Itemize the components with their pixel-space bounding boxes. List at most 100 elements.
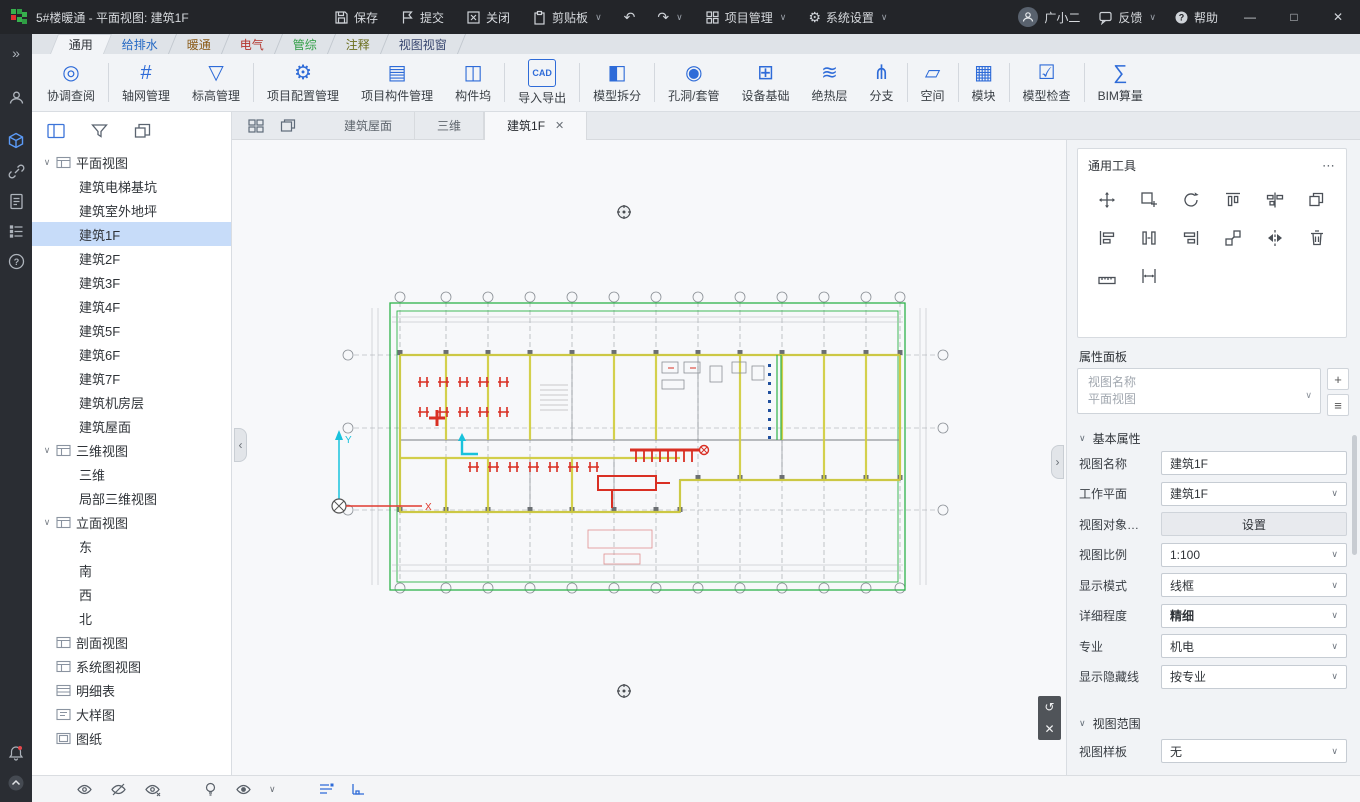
view-scale-select[interactable]: 1:100∨ (1161, 543, 1347, 567)
tool-insulation-layer[interactable]: ≋绝热层 (800, 55, 858, 110)
tree-item-building-5f[interactable]: 建筑5F (32, 318, 231, 342)
section-basic-properties[interactable]: ∨ 基本属性 (1079, 430, 1141, 447)
view-compass-bottom[interactable] (616, 683, 632, 699)
tool-coordination-review[interactable]: ◎协调查阅 (36, 55, 106, 110)
chevron-down-icon[interactable]: ∨ (269, 784, 276, 795)
tool-branch[interactable]: ⋔分支 (859, 55, 905, 110)
tool-align-right[interactable] (1178, 226, 1204, 250)
tab-view-window[interactable]: 视图视窗 (381, 34, 466, 54)
tool-copy[interactable] (1136, 188, 1162, 212)
tree-item-sheets[interactable]: 图纸 (32, 726, 231, 750)
tree-item-system-views[interactable]: 系统图视图 (32, 654, 231, 678)
layers-icon[interactable] (134, 123, 151, 139)
tree-item-building-1f[interactable]: 建筑1F (32, 222, 231, 246)
tab-plumbing[interactable]: 给排水 (104, 34, 177, 54)
redo-button[interactable]: ↷∨ (657, 10, 682, 24)
tree-item-building-2f[interactable]: 建筑2F (32, 246, 231, 270)
system-settings-button[interactable]: ⚙ 系统设置 ∨ (808, 9, 887, 26)
detail-level-select[interactable]: 精细∨ (1161, 604, 1347, 628)
chevron-down-icon[interactable]: ∨ (40, 517, 54, 528)
isolate-elements-icon[interactable] (144, 782, 161, 797)
document-icon[interactable] (0, 186, 32, 216)
tree-item-building-7f[interactable]: 建筑7F (32, 366, 231, 390)
list-icon[interactable] (0, 216, 32, 246)
tool-project-component-manage[interactable]: ▤项目构件管理 (350, 55, 444, 110)
save-button[interactable]: 保存 (334, 9, 378, 26)
doc-tab-roof[interactable]: 建筑屋面 (322, 112, 415, 140)
close-document-button[interactable]: 关闭 (466, 9, 510, 26)
highlight-bulb-icon[interactable] (203, 781, 218, 797)
drawing-canvas[interactable]: Y X ‹ › ↺ ✕ (232, 140, 1066, 775)
tab-annotation[interactable]: 注释 (328, 34, 389, 54)
feedback-button[interactable]: 反馈 ∨ (1098, 9, 1156, 26)
help-circle-icon[interactable]: ? (0, 246, 32, 276)
add-property-button[interactable]: + (1327, 368, 1349, 390)
tree-item-section-views[interactable]: 剖面视图 (32, 630, 231, 654)
tool-space[interactable]: ▱空间 (910, 55, 956, 110)
tree-item-plan-views[interactable]: ∨平面视图 (32, 150, 231, 174)
close-window-button[interactable]: ✕ (1316, 0, 1360, 34)
tool-axis-grid-manage[interactable]: #轴网管理 (111, 55, 181, 110)
selection-filter-icon[interactable] (318, 782, 334, 796)
tool-rotate[interactable] (1178, 188, 1204, 212)
tree-item-machine-room[interactable]: 建筑机房层 (32, 390, 231, 414)
tool-align-center[interactable] (1262, 188, 1288, 212)
view-template-select[interactable]: 无∨ (1161, 739, 1347, 763)
collapse-left-panel-handle[interactable]: ‹ (234, 428, 247, 462)
tile-views-icon[interactable] (248, 119, 264, 133)
view-name-input[interactable] (1170, 456, 1338, 470)
user-profile-icon[interactable] (0, 82, 32, 112)
tool-bim-quantity[interactable]: ∑BIM算量 (1087, 55, 1154, 110)
project-management-button[interactable]: 项目管理 ∨ (705, 9, 787, 26)
tab-electrical[interactable]: 电气 (222, 34, 283, 54)
undo-button[interactable]: ↶ (624, 10, 636, 24)
user-account-button[interactable]: 广小二 (1018, 7, 1080, 27)
minimize-button[interactable]: — (1228, 0, 1272, 34)
tool-hole-sleeve[interactable]: ◉孔洞/套管 (657, 55, 730, 110)
reset-view-button[interactable]: ↺ (1038, 696, 1061, 718)
visibility-eye-icon[interactable] (76, 782, 93, 797)
window-restore-icon[interactable] (280, 119, 296, 133)
view-compass-top[interactable] (616, 204, 632, 220)
tree-item-north[interactable]: 北 (32, 606, 231, 630)
tree-item-3d-views[interactable]: ∨三维视图 (32, 438, 231, 462)
tool-mirror[interactable] (1262, 226, 1288, 250)
tab-pipe-integration[interactable]: 管综 (275, 34, 336, 54)
tool-measure[interactable] (1094, 264, 1120, 288)
view-objects-settings-button[interactable]: 设置 (1161, 512, 1347, 536)
model-cube-icon[interactable] (0, 126, 32, 156)
display-mode-select[interactable]: 线框∨ (1161, 573, 1347, 597)
tool-move[interactable] (1094, 188, 1120, 212)
tree-item-building-4f[interactable]: 建筑4F (32, 294, 231, 318)
doc-tab-building-1f[interactable]: 建筑1F✕ (484, 112, 587, 140)
tool-elevation-manage[interactable]: ▽标高管理 (181, 55, 251, 110)
tree-item-outdoor-ground[interactable]: 建筑室外地坪 (32, 198, 231, 222)
tree-item-building-6f[interactable]: 建筑6F (32, 342, 231, 366)
maximize-button[interactable]: □ (1272, 0, 1316, 34)
link-icon[interactable] (0, 156, 32, 186)
panel-layout-icon[interactable] (47, 123, 65, 139)
tool-model-check[interactable]: ☑模型检查 (1012, 55, 1082, 110)
section-view-range[interactable]: ∨ 视图范围 (1079, 715, 1141, 732)
scroll-top-button[interactable] (0, 768, 32, 798)
view-selector-dropdown[interactable]: 视图名称 平面视图 ∨ (1077, 368, 1321, 414)
tree-item-schedule[interactable]: 明细表 (32, 678, 231, 702)
rail-expand-button[interactable]: » (0, 38, 32, 68)
tab-general[interactable]: 通用 (50, 34, 112, 54)
tree-item-roof[interactable]: 建筑屋面 (32, 414, 231, 438)
properties-scrollbar[interactable] (1352, 435, 1357, 555)
tree-item-elevator-pit[interactable]: 建筑电梯基坑 (32, 174, 231, 198)
discipline-select[interactable]: 机电∨ (1161, 634, 1347, 658)
tree-item-partial-3d[interactable]: 局部三维视图 (32, 486, 231, 510)
clipboard-button[interactable]: 剪贴板 ∨ (532, 9, 602, 26)
tree-item-south[interactable]: 南 (32, 558, 231, 582)
tool-module[interactable]: ▦模块 (961, 55, 1007, 110)
submit-button[interactable]: 提交 (400, 9, 444, 26)
property-menu-button[interactable]: ≡ (1327, 394, 1349, 416)
tree-item-3d[interactable]: 三维 (32, 462, 231, 486)
tool-distribute[interactable] (1136, 226, 1162, 250)
tool-delete[interactable] (1304, 226, 1330, 250)
close-tab-icon[interactable]: ✕ (555, 119, 564, 132)
chevron-down-icon[interactable]: ∨ (40, 157, 54, 168)
tool-dimension[interactable] (1136, 264, 1162, 288)
